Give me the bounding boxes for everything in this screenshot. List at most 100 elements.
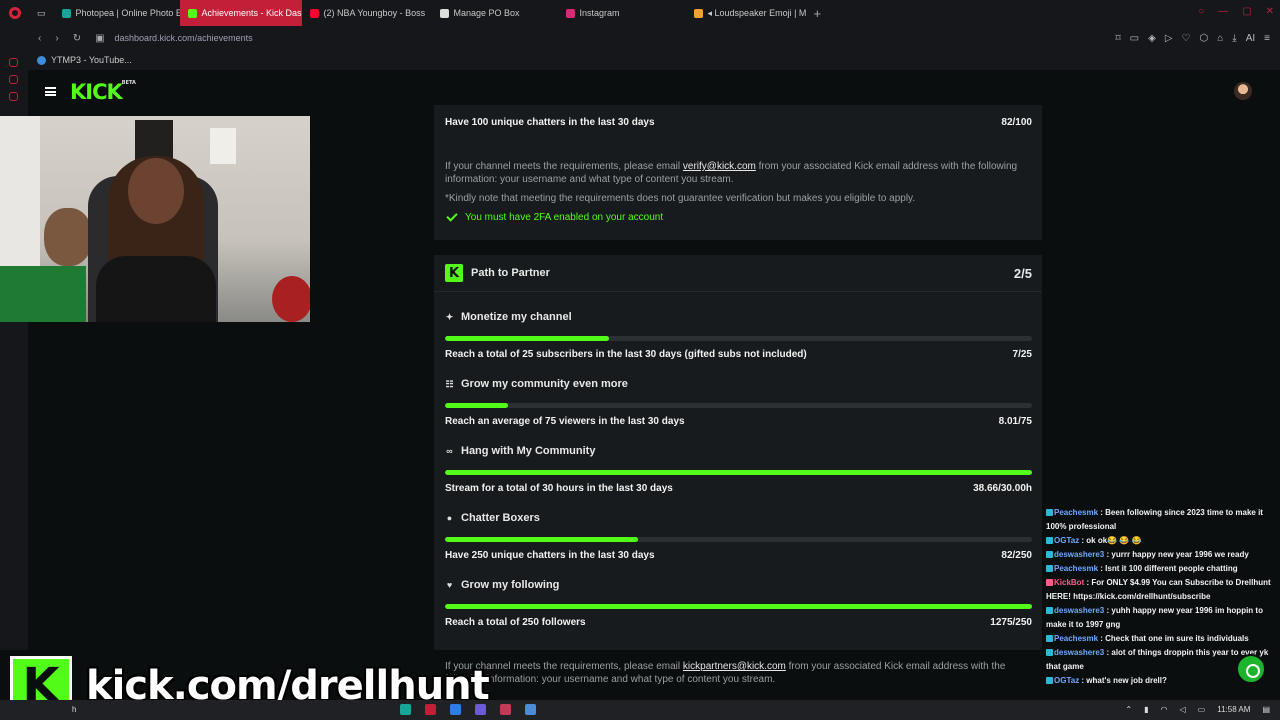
user-avatar[interactable] xyxy=(1234,82,1252,100)
taskbar-app-icon[interactable] xyxy=(525,704,536,715)
taskbar-app-icon[interactable] xyxy=(500,704,511,715)
tab-1[interactable]: Achievements - Kick Dash xyxy=(179,0,302,26)
tab-label: Manage PO Box xyxy=(453,8,520,18)
progress-fill xyxy=(445,403,508,408)
chevron-up-icon[interactable]: ⌃ xyxy=(1125,705,1132,714)
taskbar-app-icon[interactable] xyxy=(425,704,436,715)
progress-bar xyxy=(445,470,1032,475)
ai-button[interactable]: AI xyxy=(1246,33,1255,44)
taskbar-app-icon[interactable] xyxy=(475,704,486,715)
path-to-partner-card: K Path to Partner 2/5 ✦ Monetize my chann… xyxy=(434,255,1042,685)
kick-k-icon: K xyxy=(445,264,463,282)
shield-icon[interactable]: ◈ xyxy=(1148,33,1156,44)
chat-badge-icon xyxy=(1046,565,1053,573)
play-icon[interactable]: ▷ xyxy=(1165,33,1173,44)
heart-icon[interactable]: ♡ xyxy=(1182,33,1191,44)
tab-favicon-icon xyxy=(187,8,197,18)
sidebar-bag-icon[interactable] xyxy=(9,75,18,84)
forward-button[interactable]: › xyxy=(55,33,58,44)
windows-taskbar: h ⌃ ▮ ◠ ◁ ▭ 11:58 AM ▤ xyxy=(0,700,1280,720)
ytmp3-favicon-icon xyxy=(37,55,46,65)
download-icon[interactable]: ⤓ xyxy=(1232,33,1236,44)
twofa-status: You must have 2FA enabled on your accoun… xyxy=(445,210,663,223)
progress-fill xyxy=(445,604,1032,609)
chat-username[interactable]: KickBot xyxy=(1054,578,1084,587)
sparkle-icon: ✦ xyxy=(445,311,454,322)
reload-button[interactable]: ↻ xyxy=(73,33,81,44)
chat-bubble-icon: ● xyxy=(446,512,453,523)
chat-username[interactable]: deswashere3 xyxy=(1054,648,1104,657)
progress-fill xyxy=(445,537,638,542)
progress-fill xyxy=(445,470,1032,475)
verify-email-link[interactable]: verify@kick.com xyxy=(683,161,756,172)
sidebar-history-icon[interactable] xyxy=(9,58,18,67)
achievement-title: ☷ Grow my community even more xyxy=(445,378,628,390)
chat-username[interactable]: OGTaz xyxy=(1054,536,1079,545)
taskbar-apps xyxy=(400,704,536,715)
microphone-icon[interactable]: ▮ xyxy=(1144,705,1148,714)
tab-list: Photopea | Online Photo E Achievements - … xyxy=(54,0,808,26)
maximize-button[interactable]: ▢ xyxy=(1242,6,1251,17)
chat-message: deswashere3 : yurrr happy new year 1996 … xyxy=(1044,548,1280,562)
taskbar-search[interactable]: h xyxy=(72,705,76,714)
bookmark-icon[interactable]: ⌑ xyxy=(1116,33,1121,44)
bookmark-ytmp3[interactable]: YTMP3 - YouTube... xyxy=(51,55,132,65)
achievement-title: ✦ Monetize my channel xyxy=(445,311,572,323)
search-tabs-icon[interactable]: ○ xyxy=(1198,6,1204,17)
notification-icon[interactable]: ▤ xyxy=(1262,705,1270,714)
tab-label: Instagram xyxy=(579,8,620,18)
tab-2[interactable]: (2) NBA Youngboy - Boss xyxy=(302,0,432,26)
progress-fill xyxy=(445,336,610,341)
divider xyxy=(434,291,1042,292)
tab-5[interactable]: ◂ Loudspeaker Emoji | M xyxy=(686,0,808,26)
close-window-button[interactable]: ✕ xyxy=(1266,6,1274,17)
chat-username[interactable]: Peachesmk xyxy=(1054,564,1098,573)
tab-favicon-icon xyxy=(309,8,319,18)
tab-4[interactable]: Instagram xyxy=(558,0,686,26)
tab-favicon-icon xyxy=(693,8,703,18)
volume-icon[interactable]: ◁ xyxy=(1180,705,1186,714)
back-button[interactable]: ‹ xyxy=(38,33,41,44)
extensions-icon[interactable]: ⬡ xyxy=(1200,33,1209,44)
tab-label: ◂ Loudspeaker Emoji | M xyxy=(707,7,807,18)
snapshot-icon[interactable]: ▭ xyxy=(1130,33,1139,44)
taskbar-app-icon[interactable] xyxy=(400,704,411,715)
kick-logo[interactable]: KICKBETA xyxy=(70,80,136,104)
system-tray: ⌃ ▮ ◠ ◁ ▭ 11:58 AM ▤ xyxy=(1125,705,1270,714)
achievement-title: ● Chatter Boxers xyxy=(446,512,540,524)
hamburger-menu-icon[interactable] xyxy=(45,87,56,96)
chat-badge-icon xyxy=(1046,509,1053,517)
battery-icon[interactable]: ▭ xyxy=(1198,705,1206,714)
chat-username[interactable]: Peachesmk xyxy=(1054,508,1098,517)
wallet-icon[interactable]: ⌂ xyxy=(1217,33,1223,44)
taskbar-app-icon[interactable] xyxy=(450,704,461,715)
chat-badge-icon xyxy=(1046,635,1053,643)
url-input[interactable]: dashboard.kick.com/achievements xyxy=(115,33,253,43)
tab-3[interactable]: Manage PO Box xyxy=(432,0,558,26)
verification-card: Have 100 unique chatters in the last 30 … xyxy=(434,105,1042,240)
check-icon xyxy=(446,210,458,222)
chat-username[interactable]: Peachesmk xyxy=(1054,634,1098,643)
opera-logo-icon[interactable] xyxy=(9,7,21,19)
workspaces-icon[interactable]: ▭ xyxy=(29,0,54,26)
clock[interactable]: 11:58 AM xyxy=(1217,705,1250,714)
menu-icon[interactable]: ≡ xyxy=(1264,33,1270,44)
lock-icon: ▣ xyxy=(95,32,105,44)
sidebar-flag-icon[interactable] xyxy=(9,92,18,101)
chat-bubble-icon[interactable] xyxy=(1236,654,1266,684)
tab-0[interactable]: Photopea | Online Photo E xyxy=(54,0,180,26)
chat-badge-icon xyxy=(1046,537,1053,545)
chat-username[interactable]: deswashere3 xyxy=(1054,550,1104,559)
chat-username[interactable]: OGTaz xyxy=(1054,676,1079,685)
partner-email-link[interactable]: kickpartners@kick.com xyxy=(683,661,786,672)
chat-username[interactable]: deswashere3 xyxy=(1054,606,1104,615)
wifi-icon[interactable]: ◠ xyxy=(1161,705,1168,714)
chat-text: Isnt it 100 different people chatting xyxy=(1105,564,1238,573)
partner-note: If your channel meets the requirements, … xyxy=(445,661,1006,685)
minimize-button[interactable]: — xyxy=(1218,6,1228,17)
new-tab-button[interactable]: + xyxy=(814,6,822,21)
chat-text: what's new job drell? xyxy=(1086,676,1167,685)
chat-badge-icon xyxy=(1046,649,1053,657)
chat-message: Peachesmk : Been following since 2023 ti… xyxy=(1046,508,1263,531)
partner-title: Path to Partner xyxy=(471,267,550,279)
